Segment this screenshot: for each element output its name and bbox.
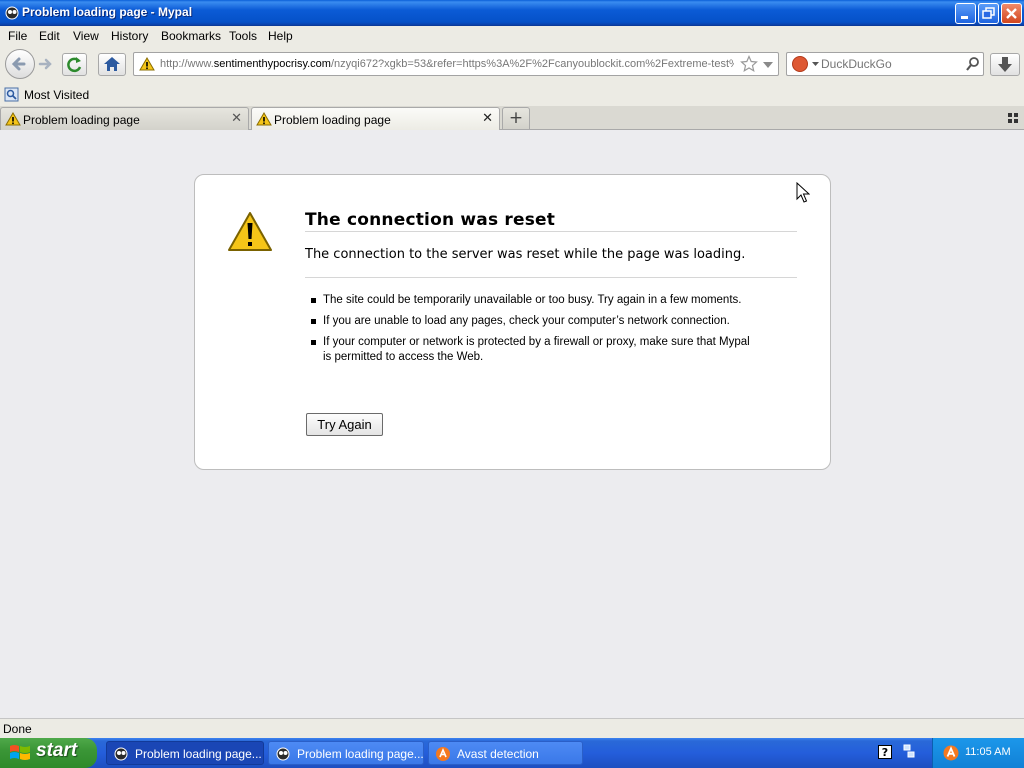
engine-dropdown-icon[interactable] [812,62,819,66]
taskbar-button-avast[interactable]: Avast detection [428,741,583,765]
reload-icon [67,57,82,73]
menu-edit[interactable]: Edit [39,29,60,43]
taskbar-button-label: Problem loading page... [297,747,424,761]
help-tray-icon[interactable]: ? [878,745,892,759]
menu-bar: File Edit View History Bookmarks Tools H… [0,26,1024,46]
window-titlebar: Problem loading page - Mypal [0,0,1024,26]
close-button[interactable] [1001,3,1022,24]
search-icon[interactable] [965,56,981,72]
url-bar[interactable]: http://www.sentimenthypocrisy.com/nzyqi6… [133,52,779,76]
list-all-tabs-icon[interactable] [1008,113,1018,123]
url-path: /nzyqi672?xgkb=53&refer=https%3A%2F%2Fca… [330,58,734,70]
menu-file[interactable]: File [8,29,27,43]
avast-tray-icon[interactable] [942,744,960,762]
warning-icon [228,212,272,251]
bookmark-most-visited[interactable]: Most Visited [24,88,89,102]
avast-icon [436,747,450,761]
search-input[interactable] [821,56,961,72]
taskbar-button-mypal-2[interactable]: Problem loading page... [268,741,424,765]
windows-logo-icon [10,745,30,760]
tab-label: Problem loading page [23,113,140,127]
tab-problem-loading-1[interactable]: Problem loading page ✕ [0,107,249,130]
mypal-app-icon [5,6,19,20]
back-button[interactable] [5,49,35,79]
url-host: sentimenthypocrisy.com [213,58,331,70]
divider [305,277,797,278]
window-title: Problem loading page - Mypal [22,5,193,19]
start-label: start [36,740,78,761]
tab-close-icon[interactable]: ✕ [231,111,242,126]
url-prefix: http://www. [160,58,214,70]
mypal-app-icon [114,747,128,761]
bookmark-star-icon[interactable] [740,55,758,73]
navigation-toolbar: http://www.sentimenthypocrisy.com/nzyqi6… [0,46,1024,84]
warning-icon [139,57,155,71]
network-tray-icon[interactable] [902,743,916,761]
most-visited-icon [4,87,19,102]
tab-strip: Problem loading page ✕ Problem loading p… [0,106,1024,131]
tab-close-icon[interactable]: ✕ [482,111,493,126]
status-text: Done [3,722,32,736]
menu-view[interactable]: View [73,29,99,43]
home-icon [104,57,120,71]
bookmarks-toolbar: Most Visited [0,84,1024,106]
new-tab-button[interactable]: + [502,107,530,130]
downloads-button[interactable] [990,53,1020,76]
status-bar: Done [0,718,1024,738]
error-short-description: The connection to the server was reset w… [305,247,746,262]
minimize-button[interactable] [955,3,976,24]
download-arrow-icon [998,57,1012,72]
forward-arrow-icon [38,58,52,70]
page-content: The connection was reset The connection … [0,130,1024,718]
menu-bookmarks[interactable]: Bookmarks [161,29,221,43]
taskbar: start Problem loading page... Problem lo… [0,738,1024,768]
clock: 11:05 AM [965,746,1011,758]
try-again-button[interactable]: Try Again [306,413,383,436]
restore-icon [982,7,995,19]
warning-icon [256,112,272,126]
minimize-icon [961,16,968,19]
list-item: If your computer or network is protected… [311,335,751,365]
plus-icon: + [508,108,524,128]
url-text[interactable]: http://www.sentimenthypocrisy.com/nzyqi6… [160,58,734,70]
back-arrow-icon [11,57,26,71]
close-icon [1006,8,1017,19]
mouse-cursor-icon [796,182,810,203]
menu-history[interactable]: History [111,29,148,43]
mypal-app-icon [276,747,290,761]
menu-help[interactable]: Help [268,29,293,43]
start-button[interactable]: start [0,738,97,768]
forward-button[interactable] [36,54,56,74]
restore-button[interactable] [978,3,999,24]
taskbar-button-mypal-1[interactable]: Problem loading page... [106,741,264,765]
error-title: The connection was reset [305,210,556,230]
system-tray: 11:05 AM [932,738,1024,768]
divider [305,231,797,232]
duckduckgo-icon[interactable] [792,56,808,72]
error-long-description: The site could be temporarily unavailabl… [311,293,751,371]
error-page-container: The connection was reset The connection … [194,174,831,470]
list-item: If you are unable to load any pages, che… [311,314,751,329]
taskbar-button-label: Problem loading page... [135,747,262,761]
menu-tools[interactable]: Tools [229,29,257,43]
search-bar[interactable] [786,52,984,76]
home-button[interactable] [98,53,126,76]
warning-icon [5,112,21,126]
url-dropdown-icon[interactable] [763,62,773,68]
taskbar-button-label: Avast detection [457,747,539,761]
tab-problem-loading-2[interactable]: Problem loading page ✕ [251,107,500,131]
list-item: The site could be temporarily unavailabl… [311,293,751,308]
reload-button[interactable] [62,53,87,76]
tab-label: Problem loading page [274,113,391,127]
